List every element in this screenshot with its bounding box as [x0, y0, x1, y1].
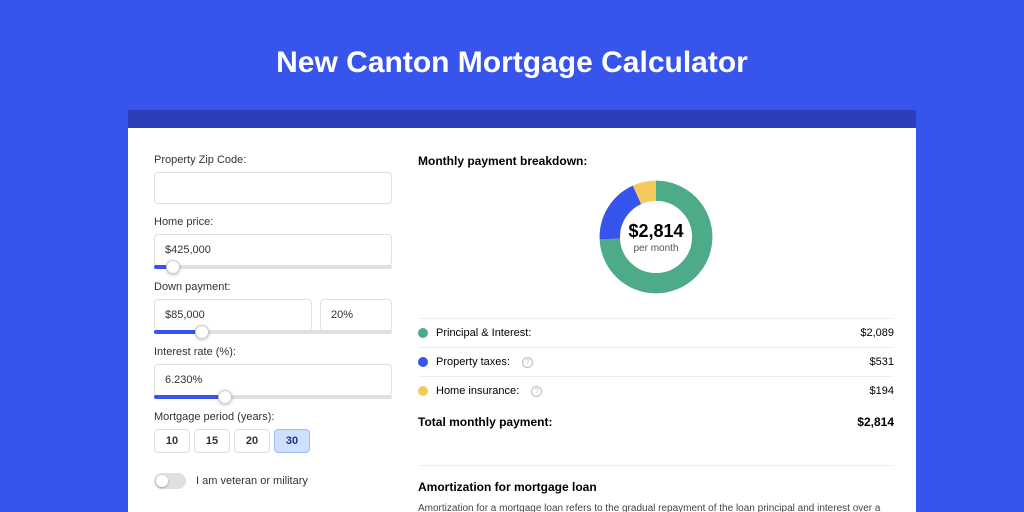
donut-center: $2,814 per month — [595, 176, 717, 298]
period-label: Mortgage period (years): — [154, 411, 392, 423]
legend-label: Principal & Interest: — [436, 327, 531, 339]
veteran-label: I am veteran or military — [196, 475, 308, 487]
rate-slider[interactable] — [154, 395, 392, 399]
home-price-slider[interactable] — [154, 265, 392, 269]
period-option-10[interactable]: 10 — [154, 429, 190, 453]
zip-group: Property Zip Code: — [154, 154, 392, 204]
breakdown-panel: Monthly payment breakdown: $2,814 per mo… — [412, 154, 894, 502]
rate-label: Interest rate (%): — [154, 346, 392, 358]
donut-sub: per month — [633, 243, 678, 254]
breakdown-heading: Monthly payment breakdown: — [418, 154, 894, 168]
legend-row-tax: Property taxes: ? $531 — [418, 347, 894, 376]
donut-container: $2,814 per month — [418, 176, 894, 318]
down-payment-label: Down payment: — [154, 281, 392, 293]
period-group: Mortgage period (years): 10 15 20 30 — [154, 411, 392, 453]
period-option-20[interactable]: 20 — [234, 429, 270, 453]
page-title: New Canton Mortgage Calculator — [0, 0, 1024, 110]
zip-label: Property Zip Code: — [154, 154, 392, 166]
legend-value: $2,089 — [860, 327, 894, 339]
rate-slider-thumb[interactable] — [218, 390, 232, 404]
total-label: Total monthly payment: — [418, 415, 552, 429]
info-icon[interactable]: ? — [531, 386, 542, 397]
payment-donut-chart: $2,814 per month — [595, 176, 717, 298]
donut-amount: $2,814 — [628, 221, 683, 242]
veteran-row: I am veteran or military — [154, 473, 392, 489]
down-payment-input[interactable] — [154, 299, 312, 331]
home-price-input[interactable] — [154, 234, 392, 266]
period-option-30[interactable]: 30 — [274, 429, 310, 453]
period-option-15[interactable]: 15 — [194, 429, 230, 453]
rate-slider-fill — [154, 395, 225, 399]
veteran-toggle[interactable] — [154, 473, 186, 489]
calculator-card: Property Zip Code: Home price: Down paym… — [128, 128, 916, 512]
home-price-label: Home price: — [154, 216, 392, 228]
dot-icon — [418, 357, 428, 367]
total-row: Total monthly payment: $2,814 — [418, 405, 894, 439]
down-payment-slider[interactable] — [154, 330, 392, 334]
amortization-section: Amortization for mortgage loan Amortizat… — [418, 465, 894, 512]
down-payment-pct-input[interactable] — [320, 299, 392, 331]
legend-label: Home insurance: — [436, 385, 519, 397]
legend-value: $194 — [870, 385, 894, 397]
legend-value: $531 — [870, 356, 894, 368]
legend-label: Property taxes: — [436, 356, 510, 368]
form-panel: Property Zip Code: Home price: Down paym… — [154, 154, 392, 502]
total-value: $2,814 — [857, 415, 894, 429]
period-options: 10 15 20 30 — [154, 429, 392, 453]
dot-icon — [418, 386, 428, 396]
home-price-slider-thumb[interactable] — [166, 260, 180, 274]
rate-input[interactable] — [154, 364, 392, 396]
down-payment-slider-thumb[interactable] — [195, 325, 209, 339]
info-icon[interactable]: ? — [522, 357, 533, 368]
zip-input[interactable] — [154, 172, 392, 204]
legend-row-pi: Principal & Interest: $2,089 — [418, 318, 894, 347]
down-payment-group: Down payment: — [154, 281, 392, 334]
amortization-body: Amortization for a mortgage loan refers … — [418, 502, 894, 512]
legend-row-ins: Home insurance: ? $194 — [418, 376, 894, 405]
card-shadow — [128, 110, 916, 128]
amortization-heading: Amortization for mortgage loan — [418, 480, 894, 494]
rate-group: Interest rate (%): — [154, 346, 392, 399]
dot-icon — [418, 328, 428, 338]
home-price-group: Home price: — [154, 216, 392, 269]
